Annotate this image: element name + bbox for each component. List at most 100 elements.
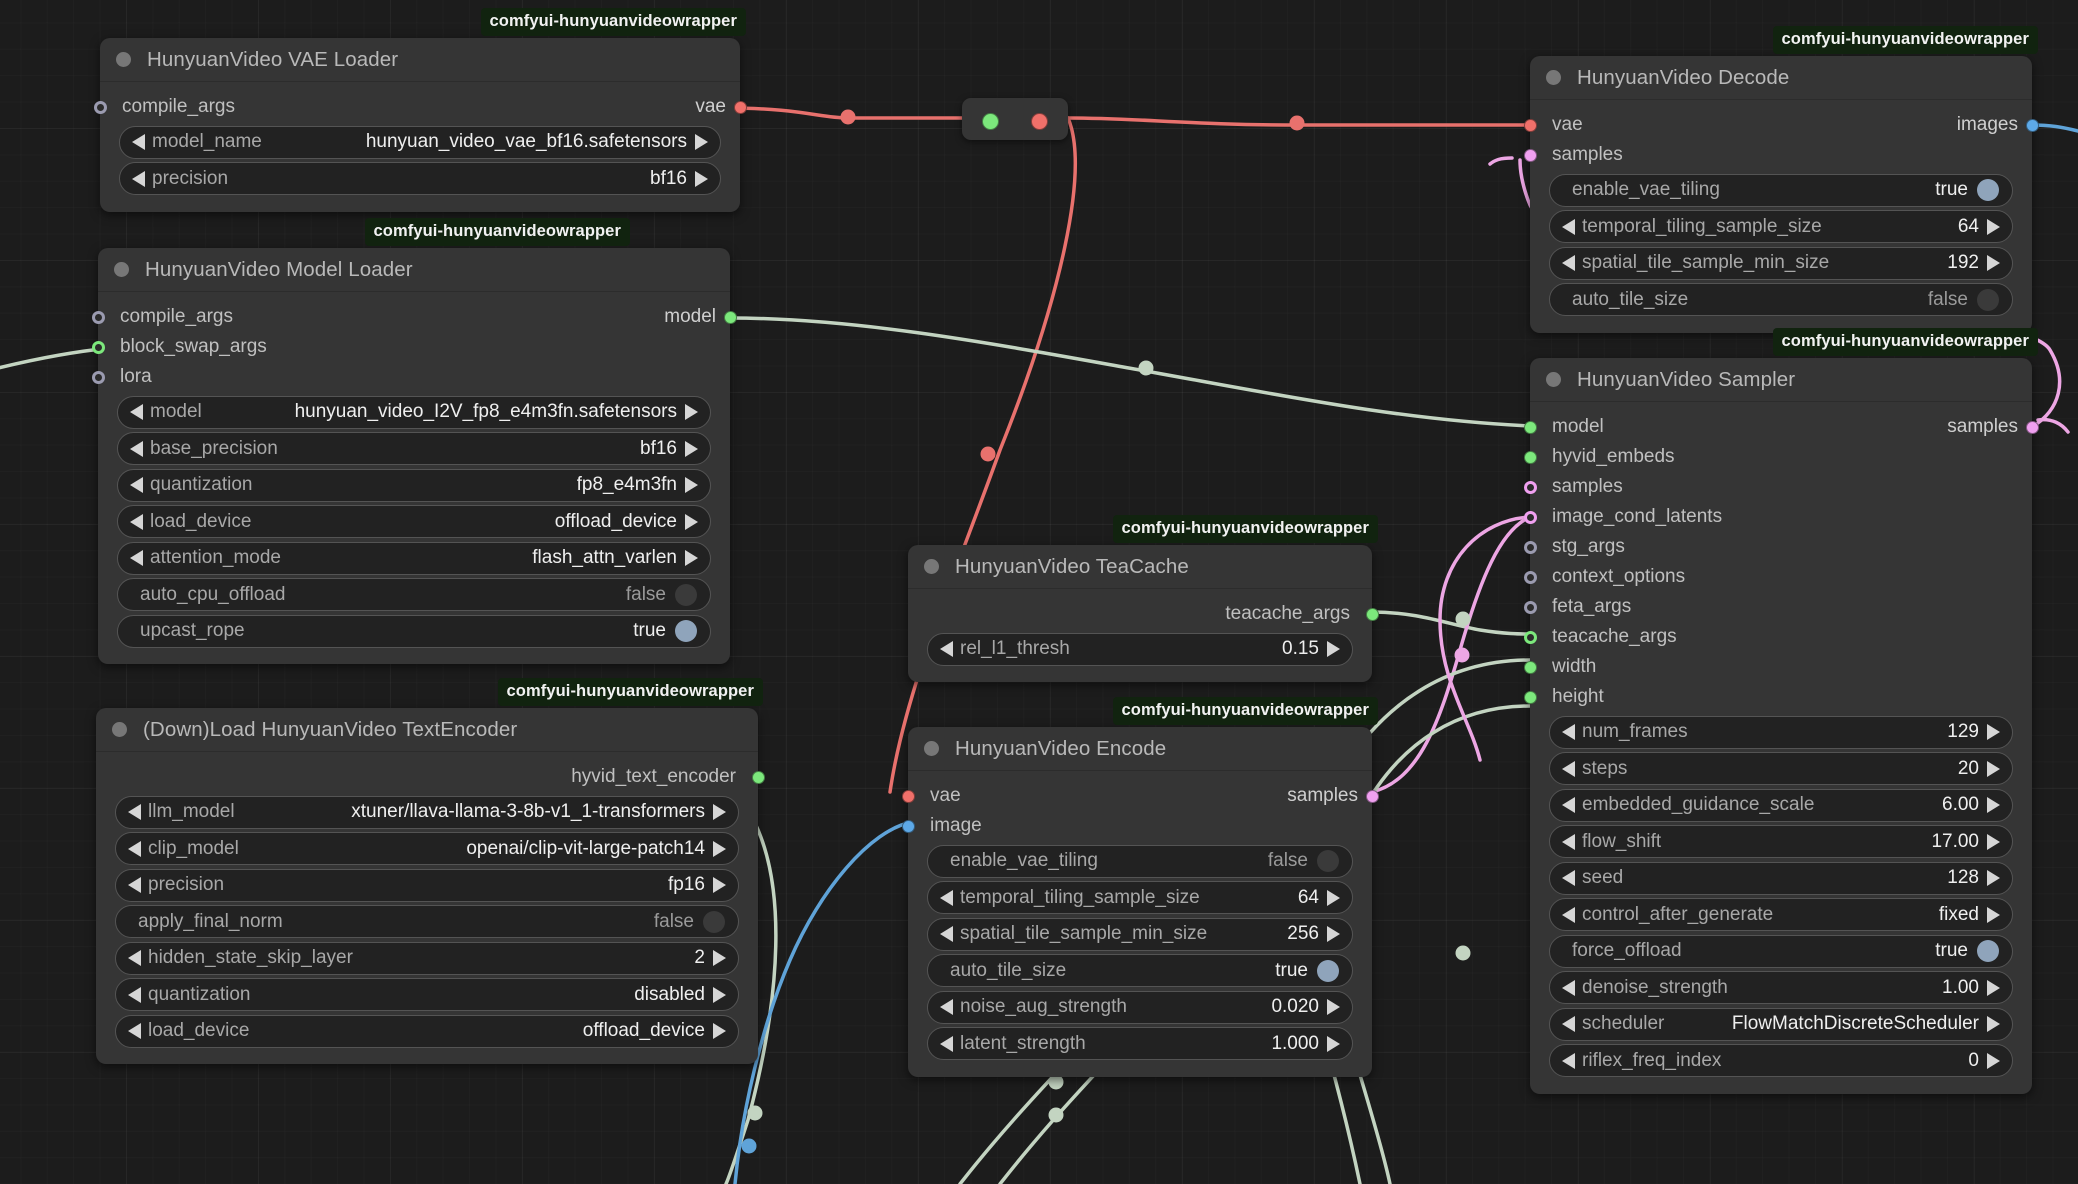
- increment-arrow-icon[interactable]: [713, 986, 726, 1003]
- widget-hidden_state_skip_layer[interactable]: hidden_state_skip_layer 2: [115, 941, 739, 975]
- node-hunyuanvideo-teacache[interactable]: comfyui-hunyuanvideowrapper HunyuanVideo…: [908, 515, 1379, 682]
- decrement-arrow-icon[interactable]: [132, 134, 145, 150]
- decrement-arrow-icon[interactable]: [1562, 797, 1575, 813]
- reroute-output-dot-icon[interactable]: [1031, 112, 1048, 130]
- input-slot-model[interactable]: model samples: [1523, 412, 2039, 442]
- increment-arrow-icon[interactable]: [695, 134, 708, 150]
- widget-upcast_rope[interactable]: upcast_rope true: [117, 614, 711, 648]
- decrement-arrow-icon[interactable]: [128, 986, 141, 1003]
- increment-arrow-icon[interactable]: [1327, 641, 1340, 657]
- increment-arrow-icon[interactable]: [1987, 760, 2000, 777]
- slot-dot-icon[interactable]: [1523, 148, 1537, 162]
- slot-dot-icon[interactable]: [751, 770, 765, 784]
- increment-arrow-icon[interactable]: [713, 1023, 726, 1039]
- widget-llm_model[interactable]: llm_model xtuner/llava-llama-3-8b-v1_1-t…: [115, 795, 739, 829]
- node-hunyuanvideo-model-loader[interactable]: comfyui-hunyuanvideowrapper HunyuanVideo…: [91, 218, 737, 664]
- widget-temporal_tiling_sample_size[interactable]: temporal_tiling_sample_size 64: [927, 881, 1353, 914]
- widget-enable_vae_tiling[interactable]: enable_vae_tiling true: [1549, 173, 2013, 207]
- increment-arrow-icon[interactable]: [1327, 889, 1340, 906]
- input-slot-width[interactable]: width: [1523, 652, 2032, 682]
- input-slot-samples[interactable]: samples: [1523, 472, 2032, 502]
- decrement-arrow-icon[interactable]: [128, 950, 141, 966]
- increment-arrow-icon[interactable]: [1987, 724, 2000, 740]
- input-slot-lora[interactable]: lora: [91, 362, 730, 392]
- widget-quantization[interactable]: quantization fp8_e4m3fn: [117, 468, 711, 502]
- slot-dot-icon[interactable]: [1523, 690, 1537, 704]
- input-slot-image[interactable]: image: [901, 811, 1372, 841]
- increment-arrow-icon[interactable]: [1987, 906, 2000, 923]
- slot-dot-icon[interactable]: [2025, 118, 2039, 132]
- increment-arrow-icon[interactable]: [685, 440, 698, 457]
- collapse-icon[interactable]: [112, 722, 127, 737]
- input-slot-compile_args[interactable]: compile_args vae: [93, 92, 747, 122]
- increment-arrow-icon[interactable]: [713, 877, 726, 893]
- widget-auto_tile_size[interactable]: auto_tile_size true: [927, 954, 1353, 987]
- slot-dot-icon[interactable]: [1523, 480, 1537, 494]
- increment-arrow-icon[interactable]: [713, 840, 726, 857]
- slot-dot-icon[interactable]: [1523, 660, 1537, 674]
- decrement-arrow-icon[interactable]: [1562, 724, 1575, 740]
- collapse-icon[interactable]: [1546, 70, 1561, 85]
- node-hunyuanvideo-encode[interactable]: comfyui-hunyuanvideowrapper HunyuanVideo…: [901, 697, 1379, 1077]
- input-slot-stg_args[interactable]: stg_args: [1523, 532, 2032, 562]
- slot-dot-icon[interactable]: [1523, 450, 1537, 464]
- slot-dot-icon[interactable]: [91, 370, 105, 384]
- decrement-arrow-icon[interactable]: [940, 999, 953, 1015]
- widget-base_precision[interactable]: base_precision bf16: [117, 432, 711, 465]
- increment-arrow-icon[interactable]: [685, 513, 698, 530]
- increment-arrow-icon[interactable]: [1987, 979, 2000, 996]
- increment-arrow-icon[interactable]: [713, 804, 726, 820]
- widget-model[interactable]: model hunyuan_video_I2V_fp8_e4m3fn.safet…: [117, 395, 711, 429]
- slot-dot-icon[interactable]: [1523, 630, 1537, 644]
- slot-dot-icon[interactable]: [2025, 420, 2039, 434]
- increment-arrow-icon[interactable]: [1987, 1016, 2000, 1032]
- widget-auto_cpu_offload[interactable]: auto_cpu_offload false: [117, 578, 711, 611]
- node-title-bar[interactable]: HunyuanVideo VAE Loader: [100, 38, 740, 82]
- input-slot-context_options[interactable]: context_options: [1523, 562, 2032, 592]
- increment-arrow-icon[interactable]: [1987, 255, 2000, 271]
- widget-steps[interactable]: steps 20: [1549, 752, 2013, 785]
- input-slot-feta_args[interactable]: feta_args: [1523, 592, 2032, 622]
- decrement-arrow-icon[interactable]: [1562, 833, 1575, 850]
- slot-dot-icon[interactable]: [733, 100, 747, 114]
- decrement-arrow-icon[interactable]: [1562, 979, 1575, 996]
- node-graph-canvas[interactable]: comfyui-hunyuanvideowrapper HunyuanVideo…: [0, 0, 2078, 1184]
- toggle-knob-icon[interactable]: [703, 910, 725, 933]
- widget-apply_final_norm[interactable]: apply_final_norm false: [115, 905, 739, 938]
- output-slot-hyvid_text_encoder[interactable]: hyvid_text_encoder: [96, 762, 765, 792]
- increment-arrow-icon[interactable]: [685, 404, 698, 420]
- slot-dot-icon[interactable]: [93, 100, 107, 114]
- increment-arrow-icon[interactable]: [1987, 797, 2000, 813]
- widget-denoise_strength[interactable]: denoise_strength 1.00: [1549, 971, 2013, 1004]
- slot-dot-icon[interactable]: [1523, 570, 1537, 584]
- decrement-arrow-icon[interactable]: [1562, 1016, 1575, 1032]
- decrement-arrow-icon[interactable]: [1562, 906, 1575, 923]
- input-slot-image_cond_latents[interactable]: image_cond_latents: [1523, 502, 2032, 532]
- collapse-icon[interactable]: [924, 559, 939, 574]
- decrement-arrow-icon[interactable]: [130, 404, 143, 420]
- widget-riflex_freq_index[interactable]: riflex_freq_index 0: [1549, 1044, 2013, 1077]
- widget-enable_vae_tiling[interactable]: enable_vae_tiling false: [927, 844, 1353, 878]
- slot-dot-icon[interactable]: [1523, 420, 1537, 434]
- decrement-arrow-icon[interactable]: [128, 877, 141, 893]
- widget-latent_strength[interactable]: latent_strength 1.000: [927, 1027, 1353, 1060]
- slot-dot-icon[interactable]: [1365, 607, 1379, 621]
- node-title-bar[interactable]: HunyuanVideo TeaCache: [908, 545, 1372, 589]
- reroute-node[interactable]: [962, 98, 1068, 140]
- input-slot-vae[interactable]: vae samples: [901, 781, 1379, 811]
- slot-dot-icon[interactable]: [1523, 118, 1537, 132]
- collapse-icon[interactable]: [114, 262, 129, 277]
- node-title-bar[interactable]: (Down)Load HunyuanVideo TextEncoder: [96, 708, 758, 752]
- increment-arrow-icon[interactable]: [1327, 926, 1340, 942]
- input-slot-hyvid_embeds[interactable]: hyvid_embeds: [1523, 442, 2032, 472]
- slot-dot-icon[interactable]: [1523, 510, 1537, 524]
- node-title-bar[interactable]: HunyuanVideo Decode: [1530, 56, 2032, 100]
- collapse-icon[interactable]: [116, 52, 131, 67]
- decrement-arrow-icon[interactable]: [128, 804, 141, 820]
- reroute-input-dot-icon[interactable]: [982, 112, 999, 130]
- decrement-arrow-icon[interactable]: [940, 926, 953, 942]
- node-download-load-hunyuanvideo-textencoder[interactable]: comfyui-hunyuanvideowrapper (Down)Load H…: [96, 678, 765, 1064]
- widget-scheduler[interactable]: scheduler FlowMatchDiscreteScheduler: [1549, 1007, 2013, 1041]
- widget-auto_tile_size[interactable]: auto_tile_size false: [1549, 283, 2013, 316]
- input-slot-teacache_args[interactable]: teacache_args: [1523, 622, 2032, 652]
